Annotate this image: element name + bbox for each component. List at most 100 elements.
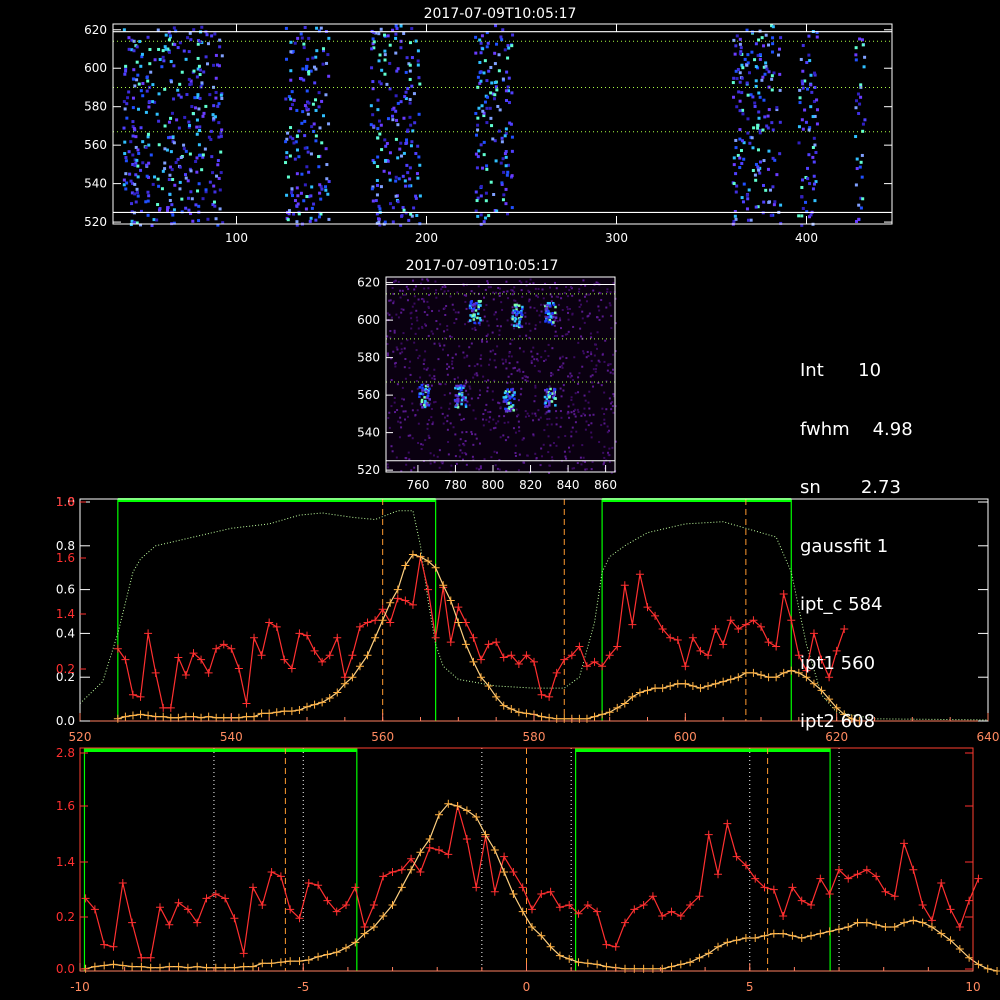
heatmap-pixel	[854, 53, 858, 57]
heatmap-pixel	[410, 27, 414, 31]
heatmap-pixel	[779, 203, 783, 207]
heatmap-pixel	[482, 424, 485, 427]
heatmap-pixel	[572, 379, 575, 382]
heatmap-pixel	[504, 98, 508, 102]
heatmap-pixel	[747, 71, 751, 75]
heatmap-pixel	[405, 163, 409, 167]
heatmap-pixel	[516, 369, 519, 372]
heatmap-pixel	[538, 314, 541, 317]
heatmap-pixel	[590, 351, 593, 354]
heatmap-pixel	[416, 409, 419, 412]
heatmap-pixel	[310, 125, 314, 129]
heatmap-pixel	[411, 409, 414, 412]
heatmap-pixel	[531, 412, 534, 415]
heatmap-pixel	[592, 368, 595, 371]
heatmap-pixel	[561, 335, 564, 338]
heatmap-pixel	[184, 176, 188, 180]
orange-series-point	[602, 962, 611, 971]
heatmap-pixel	[161, 55, 165, 59]
heatmap-pixel	[510, 373, 513, 376]
heatmap-pixel	[163, 147, 167, 151]
heatmap-pixel	[801, 82, 805, 86]
middle-panel-title: 2017-07-09T10:05:17	[406, 258, 559, 274]
heatmap-pixel	[811, 187, 815, 191]
heatmap-pixel	[567, 446, 570, 449]
red-series-point	[598, 662, 607, 671]
heatmap-blob-pixel	[462, 384, 466, 388]
heatmap-pixel	[510, 149, 514, 153]
heatmap-pixel	[417, 76, 421, 80]
heatmap-pixel	[424, 350, 427, 353]
heatmap-pixel	[295, 134, 299, 138]
heatmap-pixel	[402, 332, 405, 335]
heatmap-pixel	[426, 423, 429, 426]
heatmap-pixel	[444, 383, 447, 386]
heatmap-pixel	[583, 394, 586, 397]
heatmap-blob-pixel	[544, 308, 548, 311]
heatmap-pixel	[289, 126, 293, 130]
heatmap-pixel	[510, 174, 514, 178]
heatmap-pixel	[504, 89, 508, 93]
heatmap-pixel	[484, 288, 487, 291]
orange-series-point	[769, 929, 778, 938]
orange-series-point	[648, 964, 657, 973]
red-series-point	[772, 642, 781, 651]
heatmap-blob-pixel	[544, 388, 547, 392]
heatmap-pixel	[815, 98, 819, 102]
red-series-point	[310, 646, 319, 655]
heatmap-pixel	[572, 444, 575, 447]
heatmap-pixel	[399, 421, 402, 424]
heatmap-pixel	[139, 126, 143, 130]
heatmap-pixel	[547, 435, 550, 438]
heatmap-pixel	[754, 178, 758, 182]
heatmap-pixel	[168, 173, 172, 177]
heatmap-pixel	[535, 309, 538, 312]
heatmap-pixel	[213, 115, 217, 119]
orange-series-point	[303, 702, 311, 711]
heatmap-pixel	[446, 324, 449, 327]
heatmap-pixel	[195, 156, 199, 160]
orange-series-point	[909, 916, 918, 925]
heatmap-pixel	[383, 138, 387, 142]
heatmap-pixel	[555, 410, 558, 413]
heatmap-pixel	[749, 93, 753, 97]
heatmap-pixel	[399, 100, 403, 104]
heatmap-pixel	[137, 151, 141, 155]
heatmap-pixel	[197, 182, 201, 186]
heatmap-pixel	[505, 173, 509, 177]
heatmap-pixel	[798, 101, 802, 105]
heatmap-pixel	[473, 373, 476, 376]
heatmap-pixel	[447, 453, 450, 456]
heatmap-pixel	[800, 214, 804, 218]
heatmap-pixel	[494, 159, 498, 163]
heatmap-pixel	[775, 173, 779, 177]
heatmap-pixel	[484, 199, 488, 203]
heatmap-pixel	[401, 351, 404, 354]
heatmap-pixel	[801, 86, 805, 90]
heatmap-blob-pixel	[454, 394, 458, 397]
heatmap-pixel	[496, 324, 499, 327]
heatmap-pixel	[739, 46, 743, 50]
heatmap-blob-pixel	[544, 311, 548, 314]
heatmap-pixel	[463, 356, 466, 359]
heatmap-pixel	[395, 313, 398, 316]
heatmap-pixel	[496, 467, 499, 470]
heatmap-blob-pixel	[419, 392, 422, 395]
heatmap-pixel	[417, 442, 420, 445]
heatmap-pixel	[510, 206, 514, 210]
heatmap-pixel	[801, 127, 805, 131]
heatmap-pixel	[529, 329, 532, 332]
heatmap-pixel	[806, 87, 810, 91]
heatmap-pixel	[327, 217, 331, 221]
heatmap-pixel	[609, 371, 612, 374]
heatmap-pixel	[456, 291, 459, 294]
heatmap-pixel	[576, 408, 579, 411]
heatmap-blob-pixel	[455, 404, 458, 407]
heatmap-pixel	[417, 298, 420, 301]
heatmap-pixel	[539, 321, 542, 324]
heatmap-pixel	[416, 63, 420, 67]
heatmap-pixel	[125, 116, 129, 120]
heatmap-pixel	[567, 311, 570, 314]
heatmap-pixel	[418, 82, 422, 86]
heatmap-pixel	[314, 134, 318, 138]
